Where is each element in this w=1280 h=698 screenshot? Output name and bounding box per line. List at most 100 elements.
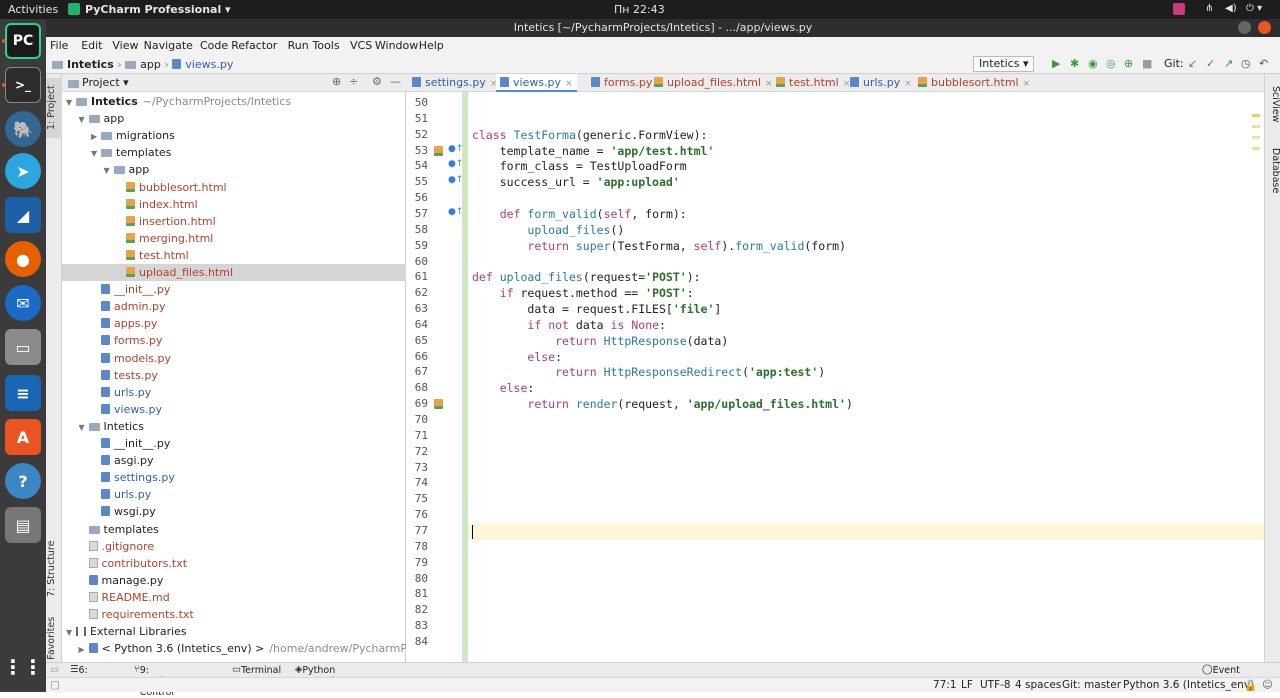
tree-item[interactable]: forms.py — [62, 332, 406, 349]
tree-item[interactable]: requirements.txt — [62, 606, 406, 623]
tool-window-project[interactable]: 1: Project — [46, 78, 62, 138]
activities-button[interactable]: Activities — [8, 3, 58, 16]
file-encoding[interactable]: UTF-8 — [980, 679, 1011, 691]
tree-item[interactable]: manage.py — [62, 572, 406, 589]
menu-edit[interactable]: Edit — [81, 39, 102, 52]
tree-item[interactable]: __init__.py — [62, 281, 406, 298]
files-launcher-icon[interactable]: ▭ — [5, 329, 41, 365]
collapse-arrow-icon[interactable]: ▶ — [91, 128, 101, 145]
tool-window-todo[interactable]: ☰ 6: TODO — [70, 664, 107, 687]
tool-window-structure[interactable]: 7: Structure — [46, 534, 62, 604]
hide-panel-icon[interactable]: — — [390, 75, 401, 88]
app-menu[interactable]: PyCharm Professional ▾ — [85, 3, 231, 16]
debug-icon[interactable]: ✱ — [1070, 57, 1079, 70]
menu-tools[interactable]: Tools — [313, 39, 340, 52]
tree-item[interactable]: insertion.html — [62, 213, 406, 230]
show-apps-icon[interactable]: ⋮⋮ — [3, 649, 43, 685]
close-tab-icon[interactable]: × — [565, 79, 573, 89]
expand-arrow-icon[interactable]: ▼ — [66, 624, 76, 641]
tree-item[interactable]: .gitignore — [62, 538, 406, 555]
firefox-launcher-icon[interactable]: ● — [5, 241, 41, 277]
git-branch[interactable]: Git: master — [1062, 679, 1121, 691]
menu-refactor[interactable]: Refactor — [231, 39, 277, 52]
menu-help[interactable]: Help — [419, 39, 444, 52]
editor-tab[interactable]: urls.py × — [846, 74, 916, 92]
tree-item[interactable]: ▶ migrations — [62, 127, 406, 144]
software-center-launcher-icon[interactable]: A — [5, 419, 41, 455]
run-icon[interactable]: ▶ — [1052, 57, 1060, 70]
code-line[interactable]: return render(request, 'app/upload_files… — [472, 397, 852, 411]
tree-item[interactable]: test.html — [62, 247, 406, 264]
status-layout-icon[interactable]: ▢ — [50, 679, 60, 691]
tool-window-python-console[interactable]: ◈ Python Console — [295, 664, 340, 687]
code-line[interactable]: form_class = TestUploadForm — [472, 159, 687, 173]
tray-app-icon[interactable] — [1173, 3, 1185, 15]
tree-item[interactable]: templates — [62, 521, 406, 538]
tool-window-database[interactable]: Database — [1265, 148, 1280, 208]
volume-icon[interactable]: ◀) — [1225, 3, 1237, 14]
telegram-launcher-icon[interactable]: ➤ — [5, 153, 41, 189]
menu-navigate[interactable]: Navigate — [144, 39, 193, 52]
close-tab-icon[interactable]: × — [1023, 79, 1031, 89]
code-line[interactable]: if request.method == 'POST': — [472, 286, 694, 300]
editor-tab[interactable]: views.py × — [496, 74, 577, 92]
code-line[interactable]: class TestForma(generic.FormView): — [472, 128, 707, 142]
git-commit-icon[interactable]: ✓ — [1206, 57, 1215, 70]
project-view-select[interactable]: Project ▾ — [82, 76, 129, 89]
menu-code[interactable]: Code — [200, 39, 228, 52]
tool-window-terminal[interactable]: ▭ Terminal — [232, 664, 281, 676]
menu-vcs[interactable]: VCS — [350, 39, 372, 52]
expand-arrow-icon[interactable]: ▼ — [79, 111, 89, 128]
tree-item[interactable]: ▼ app — [62, 161, 406, 178]
code-line[interactable]: return HttpResponse(data) — [472, 334, 728, 348]
expand-arrow-icon[interactable]: ▼ — [79, 419, 89, 436]
tree-item[interactable]: contributors.txt — [62, 555, 406, 572]
tree-item[interactable]: wsgi.py — [62, 503, 406, 520]
tree-item[interactable]: ▼ External Libraries — [62, 623, 406, 640]
git-history-icon[interactable]: ◷ — [1241, 57, 1251, 70]
network-icon[interactable]: ⋔ — [1205, 3, 1213, 14]
event-log-button[interactable]: ◯ Event Log — [1202, 664, 1240, 687]
editor-tab[interactable]: test.html × — [772, 74, 854, 92]
terminal-launcher-icon[interactable]: >_ — [5, 67, 41, 103]
python-interpreter[interactable]: Python 3.6 (Intetics_env) — [1123, 679, 1254, 691]
writer-launcher-icon[interactable]: ≡ — [5, 375, 41, 411]
tree-item[interactable]: ▶ < Python 3.6 (Intetics_env) >/home/andr… — [62, 640, 458, 657]
tree-item[interactable]: views.py — [62, 401, 406, 418]
code-line[interactable]: success_url = 'app:upload' — [472, 175, 680, 189]
expand-arrow-icon[interactable]: ▼ — [66, 94, 76, 111]
help-launcher-icon[interactable]: ? — [5, 463, 41, 499]
code-line[interactable]: else: — [472, 381, 535, 395]
locate-icon[interactable]: ⊕ — [332, 75, 341, 88]
code-line[interactable]: def upload_files(request='POST'): — [472, 270, 701, 284]
tree-item[interactable]: merging.html — [62, 230, 406, 247]
settings-gear-icon[interactable]: ⚙ — [372, 75, 382, 88]
code-line[interactable]: else: — [472, 350, 562, 364]
close-tab-icon[interactable]: × — [904, 79, 912, 89]
expand-arrow-icon[interactable]: ▼ — [104, 162, 114, 179]
tree-item[interactable]: apps.py — [62, 315, 406, 332]
code-line[interactable]: if not data is None: — [472, 318, 666, 332]
tree-item[interactable]: tests.py — [62, 367, 406, 384]
code-line[interactable]: data = request.FILES['file'] — [472, 302, 721, 316]
close-icon[interactable] — [1258, 21, 1271, 34]
thunderbird-launcher-icon[interactable]: ✉ — [5, 285, 41, 321]
html-template-icon[interactable] — [434, 145, 443, 156]
editor-tab[interactable]: settings.py × — [408, 74, 501, 92]
clock[interactable]: Пн 22:43 — [614, 3, 665, 16]
tree-item[interactable]: ▼ Intetics ~/PycharmProjects/Intetics — [62, 93, 406, 110]
tree-item[interactable]: README.md — [62, 589, 406, 606]
shark-launcher-icon[interactable]: ◢ — [5, 197, 41, 233]
tree-item[interactable]: bubblesort.html — [62, 179, 406, 196]
tool-window-version-control[interactable]: ⑂ 9: Version Control — [134, 664, 175, 698]
code-area[interactable]: class TestForma(generic.FormView): templ… — [468, 92, 1280, 674]
scanner-launcher-icon[interactable]: ▤ — [5, 507, 41, 543]
tree-item[interactable]: asgi.py — [62, 452, 406, 469]
error-stripe[interactable] — [1252, 114, 1260, 174]
breadcrumb-file[interactable]: views.py — [185, 58, 233, 71]
pgadmin-launcher-icon[interactable]: 🐘 — [5, 111, 41, 147]
breadcrumb-project[interactable]: Intetics — [67, 58, 114, 71]
menu-window[interactable]: Window — [375, 39, 418, 52]
collapse-icon[interactable]: ÷ — [349, 75, 358, 88]
tree-item[interactable]: ▼ Intetics — [62, 418, 406, 435]
